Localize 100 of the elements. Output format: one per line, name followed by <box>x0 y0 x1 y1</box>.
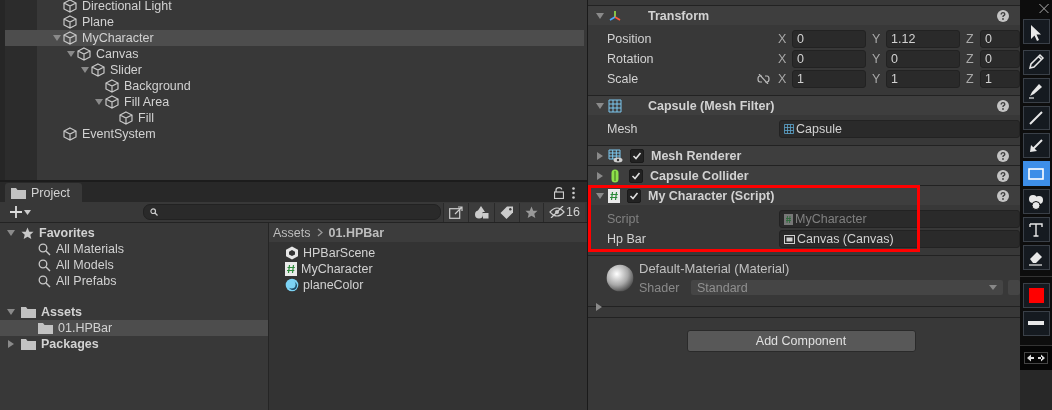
lock-icon[interactable] <box>554 186 564 199</box>
expanded-arrow-icon[interactable] <box>596 11 604 20</box>
pointer-icon[interactable] <box>1022 19 1050 45</box>
caret-icon[interactable] <box>24 209 31 215</box>
chevron-icon <box>316 228 323 237</box>
collapsed-arrow-icon[interactable] <box>595 303 603 311</box>
enable-checkbox[interactable] <box>629 168 643 183</box>
project-tree-item[interactable]: All Models <box>0 257 268 273</box>
collapsed-arrow-icon[interactable] <box>7 340 15 348</box>
help-icon[interactable] <box>997 169 1009 182</box>
cube-icon <box>77 47 91 61</box>
hierarchy-item[interactable]: Directional Light <box>5 0 584 14</box>
hidden-eye-icon[interactable] <box>549 206 565 218</box>
folder-icon <box>21 338 36 350</box>
numbered-circles-icon[interactable] <box>1022 189 1050 215</box>
number-field[interactable]: 1 <box>886 70 960 88</box>
collapsed-arrow-icon[interactable] <box>596 151 604 160</box>
breadcrumb-item[interactable]: Assets <box>273 225 311 240</box>
expanded-arrow-icon[interactable] <box>596 101 604 110</box>
object-field: MyCharacter <box>779 210 1020 228</box>
number-field[interactable]: 1.12 <box>886 30 960 48</box>
search-field[interactable] <box>143 204 441 220</box>
object-field[interactable]: Capsule <box>779 120 1020 138</box>
unlinked-icon[interactable] <box>757 74 770 84</box>
color-swatch[interactable] <box>1022 282 1050 308</box>
close-icon[interactable] <box>1039 4 1049 14</box>
star-icon[interactable] <box>525 205 538 219</box>
axis-label: Z <box>966 52 975 66</box>
search-icon <box>38 242 51 256</box>
object-field[interactable]: Canvas (Canvas) <box>779 230 1020 248</box>
hierarchy-item[interactable]: Fill <box>5 110 584 126</box>
expanded-arrow-icon[interactable] <box>596 191 604 200</box>
open-window-icon[interactable] <box>449 205 463 219</box>
search-icon <box>38 258 51 272</box>
plus-icon[interactable] <box>10 206 22 218</box>
script-icon <box>784 213 793 225</box>
property-label: Hp Bar <box>607 232 647 246</box>
marker-icon[interactable] <box>1022 77 1050 103</box>
number-field[interactable]: 1 <box>792 70 866 88</box>
number-field[interactable]: 0 <box>792 30 866 48</box>
component-title[interactable]: Transform <box>648 8 710 23</box>
number-field[interactable]: 0 <box>980 30 1020 48</box>
project-tab[interactable]: Project <box>5 183 82 202</box>
hierarchy-item[interactable]: Canvas <box>5 46 584 62</box>
property-label: Script <box>607 212 640 226</box>
help-icon[interactable] <box>997 149 1009 162</box>
eraser-icon[interactable] <box>1022 245 1050 270</box>
star-icon <box>21 226 34 240</box>
expanded-arrow-icon[interactable] <box>81 66 89 74</box>
cube-icon <box>119 111 133 125</box>
expanded-arrow-icon[interactable] <box>7 308 15 316</box>
enable-checkbox[interactable] <box>630 148 644 163</box>
help-icon[interactable] <box>997 189 1009 202</box>
project-tree-item[interactable]: Favorites <box>0 225 268 241</box>
hierarchy-item[interactable]: Plane <box>5 14 584 30</box>
hierarchy-item[interactable]: Fill Area <box>5 94 584 110</box>
collapsed-arrow-icon[interactable] <box>596 171 604 180</box>
text-tool-icon[interactable] <box>1022 217 1050 243</box>
shapes-icon[interactable] <box>474 205 489 219</box>
expanded-arrow-icon[interactable] <box>67 50 75 58</box>
expanded-arrow-icon[interactable] <box>53 34 61 42</box>
component-title[interactable]: Mesh Renderer <box>651 148 742 163</box>
cube-icon <box>63 127 77 141</box>
add-component-button[interactable]: Add Component <box>686 330 916 352</box>
number-field[interactable]: 0 <box>980 50 1020 68</box>
help-icon[interactable] <box>997 9 1009 22</box>
project-tree-item[interactable]: 01.HPBar <box>0 320 268 336</box>
hierarchy-item[interactable]: MyCharacter <box>5 30 584 46</box>
project-tree-item[interactable]: All Prefabs <box>0 273 268 289</box>
search-icon <box>150 208 158 216</box>
expanded-arrow-icon[interactable] <box>95 98 103 106</box>
number-field[interactable]: 0 <box>792 50 866 68</box>
number-field[interactable]: 1 <box>980 70 1020 88</box>
component-title[interactable]: Capsule Collider <box>650 168 749 183</box>
breadcrumb-item[interactable]: 01.HPBar <box>328 225 385 240</box>
more-icon[interactable] <box>572 186 575 199</box>
rectangle-icon[interactable] <box>1022 161 1050 187</box>
resize-arrows-icon[interactable] <box>1024 351 1048 364</box>
line-width-icon[interactable] <box>1028 321 1044 326</box>
axis-label: Y <box>872 32 882 46</box>
help-icon[interactable] <box>997 99 1009 112</box>
tag-icon[interactable] <box>500 205 514 219</box>
hierarchy-item[interactable]: Background <box>5 78 584 94</box>
axis-label: Z <box>966 72 975 86</box>
expanded-arrow-icon[interactable] <box>7 229 15 237</box>
project-tree-item[interactable]: Packages <box>0 336 268 352</box>
property-label: Rotation <box>607 52 655 66</box>
number-field[interactable]: 0 <box>886 50 960 68</box>
enable-checkbox[interactable] <box>627 188 641 203</box>
pencil-icon[interactable] <box>1022 49 1050 75</box>
asset-item[interactable]: MyCharacter <box>269 261 587 277</box>
hidden-count: 16 <box>566 205 580 219</box>
axis-label: X <box>778 32 788 46</box>
hierarchy-item[interactable]: Slider <box>5 62 584 78</box>
asset-item[interactable]: planeColor <box>269 277 587 293</box>
project-tree-item[interactable]: Assets <box>0 304 268 320</box>
project-tree-item[interactable]: All Materials <box>0 241 268 257</box>
asset-item[interactable]: HPBarScene <box>269 245 587 261</box>
canvas-icon <box>784 234 795 244</box>
hierarchy-item[interactable]: EventSystem <box>5 126 584 142</box>
